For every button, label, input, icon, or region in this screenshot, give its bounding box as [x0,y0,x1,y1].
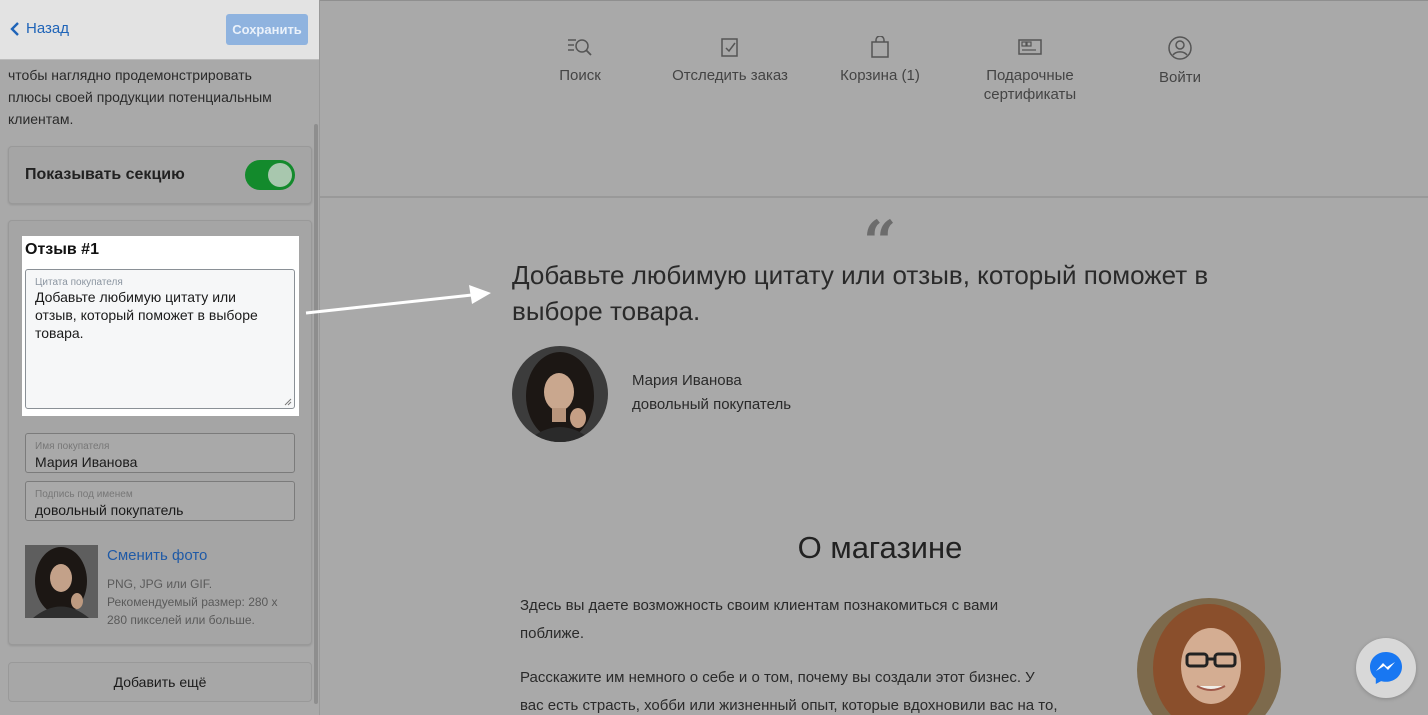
quote-field-value: Добавьте любимую цитату или отзыв, котор… [35,288,258,342]
add-more-button[interactable]: Добавить ещё [8,662,312,702]
quote-textarea[interactable]: Цитата покупателя Добавьте любимую цитат… [25,269,295,409]
editor-panel: Назад Сохранить чтобы наглядно продемонс… [0,0,320,715]
customer-name-label: Имя покупателя [35,441,110,452]
store-preview: Поиск Отследить заказ Корзина (1) Подаро… [320,0,1428,715]
testimonial-quote: Добавьте любимую цитату или отзыв, котор… [512,257,1272,329]
customer-photo-thumbnail [25,545,98,618]
photo-hint-line: Рекомендуемый размер: 280 x [107,595,278,609]
search-icon [568,39,592,56]
customer-name-field[interactable]: Имя покупателя Мария Иванова [25,433,295,473]
store-navbar: Поиск Отследить заказ Корзина (1) Подаро… [320,0,1428,198]
photo-hint-line: 280 пикселей или больше. [107,613,255,627]
nav-login-label: Войти [1159,69,1201,86]
resize-grip-icon[interactable] [284,398,292,406]
back-button-label: Назад [26,20,69,37]
testimonial-quote-line: выборе товара. [512,296,701,326]
messenger-chat-button[interactable] [1356,638,1416,698]
user-icon [1168,36,1192,60]
toggle-knob [268,163,292,187]
about-paragraph-2: Расскажите им немного о себе и о том, по… [520,664,1100,715]
nav-gift-card-label-1: Подарочные [986,67,1074,84]
quote-field-line: товара. [35,325,84,341]
customer-subtitle-label: Подпись под именем [35,489,133,500]
back-button[interactable]: Назад [10,20,69,37]
nav-track-order-label: Отследить заказ [672,67,788,84]
messenger-icon [1370,652,1402,684]
nav-gift-card[interactable]: Подарочные сертификаты [950,36,1110,104]
testimonial-quote-line: Добавьте любимую цитату или отзыв, котор… [512,260,1209,290]
about-paragraph-1: Здесь вы даете возможность своим клиента… [520,592,1080,648]
section-description-line: плюсы своей продукции потенциальным [8,89,272,105]
about-owner-photo [1137,598,1281,715]
track-order-icon [721,38,738,57]
nav-gift-card-label-2: сертификаты [983,86,1077,103]
nav-search[interactable]: Поиск [500,36,660,85]
quote-field-line: отзыв, который поможет в выборе [35,307,258,323]
about-p2-line: вас есть страсть, хобби или жизненный оп… [520,697,1058,714]
panel-header: Назад Сохранить [0,0,319,60]
photo-hint-line: PNG, JPG или GIF. [107,577,213,591]
quote-field-label: Цитата покупателя [35,277,123,288]
testimonial-author-name: Мария Иванова [632,372,742,389]
nav-login[interactable]: Войти [1100,36,1260,87]
gift-card-icon [1018,39,1042,55]
section-description-line: клиентам. [8,111,74,127]
about-title: О магазине [797,530,963,565]
customer-name-value: Мария Иванова [35,454,138,470]
show-section-toggle[interactable] [245,160,295,190]
annotation-arrow-icon [305,285,491,315]
review-highlight-area: Отзыв #1 Цитата покупателя Добавьте люби… [22,236,299,416]
cart-icon [871,36,889,58]
about-p2-line: Расскажите им немного о себе и о том, по… [520,669,1035,686]
nav-track-order[interactable]: Отследить заказ [650,36,810,85]
about-p1-line: Здесь вы даете возможность своим клиента… [520,597,999,614]
panel-scrollbar[interactable] [314,124,318,704]
customer-subtitle-value: довольный покупатель [35,502,184,518]
quote-field-line: Добавьте любимую цитату или [35,289,236,305]
customer-subtitle-field[interactable]: Подпись под именем довольный покупатель [25,481,295,521]
section-description: чтобы наглядно продемонстрировать плюсы … [8,64,304,130]
nav-cart[interactable]: Корзина (1) [800,36,960,85]
review-title: Отзыв #1 [25,241,99,258]
change-photo-link[interactable]: Сменить фото [107,547,207,564]
about-p1-line: поближе. [520,625,585,642]
testimonial-author-subtitle: довольный покупатель [632,396,792,413]
nav-search-label: Поиск [559,67,601,84]
section-description-line: чтобы наглядно продемонстрировать [8,67,252,83]
nav-cart-label: Корзина (1) [840,67,920,84]
testimonial-avatar [512,346,608,442]
photo-hint: PNG, JPG или GIF. Рекомендуемый размер: … [107,575,307,629]
show-section-label: Показывать секцию [25,166,185,183]
save-button[interactable]: Сохранить [226,14,308,45]
chevron-left-icon [10,21,19,36]
show-section-card: Показывать секцию [8,146,312,204]
